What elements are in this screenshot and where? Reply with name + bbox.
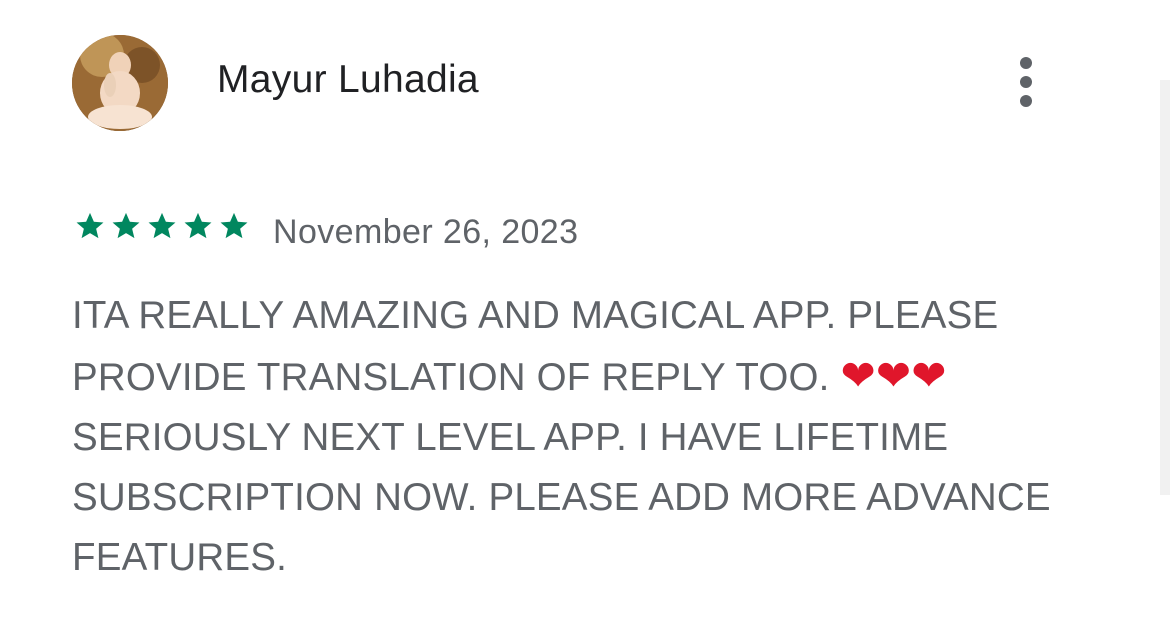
star-icon (112, 212, 140, 239)
more-vert-icon-dot (1020, 76, 1032, 88)
review-card: Mayur Luhadia November 26, 2023 ITA REAL… (0, 0, 1160, 622)
more-options-button[interactable] (1002, 52, 1050, 112)
more-vert-icon (1020, 57, 1032, 69)
heart-emojis: ❤❤❤ (840, 351, 947, 400)
star-icon (148, 212, 176, 239)
scrollbar-track[interactable] (1160, 80, 1170, 495)
avatar[interactable] (72, 35, 168, 131)
more-vert-icon-dot (1020, 95, 1032, 107)
review-text-part2: SERIOUSLY NEXT LEVEL APP. I HAVE LIFETIM… (72, 416, 1051, 579)
avatar-image (72, 35, 168, 131)
review-text: ITA REALLY AMAZING AND MAGICAL APP. PLEA… (72, 286, 1142, 588)
star-icon (76, 212, 104, 239)
star-rating (74, 210, 250, 242)
star-icon (184, 212, 212, 239)
star-icon (220, 212, 248, 239)
review-date: November 26, 2023 (273, 213, 579, 251)
author-name: Mayur Luhadia (217, 58, 479, 101)
